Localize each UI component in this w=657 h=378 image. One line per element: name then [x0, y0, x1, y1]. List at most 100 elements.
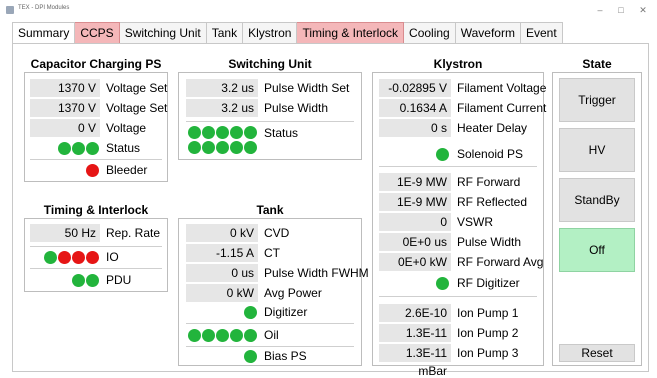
ccps-status-led	[58, 142, 71, 155]
divider	[186, 323, 354, 324]
klystron-ion-pump-1-value: 2.6E-10 mBar	[379, 304, 451, 338]
ccps-status-led	[86, 142, 99, 155]
tab-ccps[interactable]: CCPS	[75, 22, 120, 44]
close-button[interactable]: ✕	[633, 3, 653, 17]
divider	[30, 246, 162, 247]
klystron-ion-pump-3-label: Ion Pump 3	[457, 346, 519, 360]
tank-oil-led	[202, 329, 215, 342]
timing-pdu-label: PDU	[106, 273, 132, 287]
klystron-ion-pump-3-value: 1.3E-11 mBar	[379, 344, 451, 378]
timing-io-label: IO	[106, 250, 119, 264]
switching-status-led	[230, 126, 243, 139]
klystron-rf-forward-avg-label: RF Forward Avg	[457, 255, 544, 269]
tank-avg-power-label: Avg Power	[264, 286, 322, 300]
switching-status-label: Status	[264, 126, 299, 140]
timing-pdu-led	[86, 274, 99, 287]
tank-oil-led	[244, 329, 257, 342]
app-icon	[6, 6, 14, 14]
timing-io-led	[72, 251, 85, 264]
ccps-voltage-set2-value: 1370 V	[30, 99, 100, 117]
maximize-button[interactable]: □	[611, 3, 631, 17]
state-title: State	[582, 57, 612, 71]
switching-pws-value: 3.2 us	[186, 79, 258, 97]
switching-status-led	[230, 141, 243, 154]
tab-event[interactable]: Event	[520, 22, 563, 44]
tank-ct-value: -1.15 A	[186, 244, 258, 262]
klystron-ion-pump-2-value: 1.3E-11 mBar	[379, 324, 451, 358]
tank-oil-led	[188, 329, 201, 342]
switching-title: Switching Unit	[228, 57, 312, 71]
tab-summary[interactable]: Summary	[12, 22, 76, 45]
hv-button[interactable]: HV	[559, 128, 635, 172]
tab-bar: Summary CCPS Switching Unit Tank Klystro…	[12, 22, 563, 45]
divider	[379, 166, 537, 167]
klystron-rf-reflected-label: RF Reflected	[457, 195, 528, 209]
tank-title: Tank	[256, 203, 284, 217]
switching-status-led	[244, 141, 257, 154]
ccps-voltage-value: 0 V	[30, 119, 100, 137]
tab-timing-interlock[interactable]: Timing & Interlock	[297, 22, 405, 44]
tank-oil-led	[216, 329, 229, 342]
divider	[30, 268, 162, 269]
switching-pws-label: Pulse Width Set	[264, 81, 350, 95]
tank-bias-ps-label: Bias PS	[264, 349, 307, 363]
reset-button[interactable]: Reset	[559, 344, 635, 362]
tank-oil-label: Oil	[264, 328, 279, 342]
tank-avg-power-value: 0 kW	[186, 284, 258, 302]
ccps-voltage-set-label: Voltage Set	[106, 81, 168, 95]
divider	[186, 121, 354, 122]
off-button[interactable]: Off	[559, 228, 635, 272]
timing-io-led	[86, 251, 99, 264]
klystron-heater-delay-label: Heater Delay	[457, 121, 528, 135]
standby-button[interactable]: StandBy	[559, 178, 635, 222]
klystron-filament-voltage-value: -0.02895 V	[379, 79, 451, 97]
divider	[30, 159, 162, 160]
tab-klystron[interactable]: Klystron	[243, 22, 298, 44]
klystron-solenoid-led	[436, 148, 449, 161]
tab-waveform[interactable]: Waveform	[455, 22, 521, 44]
klystron-rf-digitizer-label: RF Digitizer	[457, 276, 520, 290]
klystron-filament-current-label: Filament Current	[457, 101, 547, 115]
klystron-filament-voltage-label: Filament Voltage	[457, 81, 547, 95]
timing-rep-rate-label: Rep. Rate	[106, 226, 161, 240]
klystron-vswr-value: 0	[379, 213, 451, 231]
ccps-voltage-set2-label: Voltage Set	[106, 101, 168, 115]
tank-digitizer-led	[244, 306, 257, 319]
ccps-status-label: Status	[106, 141, 141, 155]
klystron-rf-reflected-value: 1E-9 MW	[379, 193, 451, 211]
tank-pw-fwhm-label: Pulse Width FWHM	[264, 266, 369, 280]
klystron-ion-pump-2-label: Ion Pump 2	[457, 326, 519, 340]
tab-cooling[interactable]: Cooling	[404, 22, 456, 44]
ccps-bleeder-label: Bleeder	[106, 163, 148, 177]
timing-rep-rate-value: 50 Hz	[30, 224, 100, 242]
minimize-button[interactable]: –	[590, 3, 610, 17]
switching-status-led	[188, 126, 201, 139]
tank-oil-led	[230, 329, 243, 342]
ccps-status-led	[72, 142, 85, 155]
switching-status-led	[244, 126, 257, 139]
switching-status-led	[202, 126, 215, 139]
tank-cvd-label: CVD	[264, 226, 290, 240]
switching-status-led	[216, 141, 229, 154]
switching-status-led	[202, 141, 215, 154]
tank-pw-fwhm-value: 0 us	[186, 264, 258, 282]
tank-cvd-value: 0 kV	[186, 224, 258, 242]
switching-pw-label: Pulse Width	[264, 101, 329, 115]
title-bar: TEX - DPI Modules – □ ✕	[0, 0, 657, 20]
switching-status-led	[188, 141, 201, 154]
klystron-rf-forward-value: 1E-9 MW	[379, 173, 451, 191]
tab-switching-unit[interactable]: Switching Unit	[119, 22, 207, 44]
trigger-button[interactable]: Trigger	[559, 78, 635, 122]
klystron-vswr-label: VSWR	[457, 215, 493, 229]
tank-digitizer-label: Digitizer	[264, 305, 308, 319]
tank-ct-label: CT	[264, 246, 280, 260]
klystron-pulse-width-label: Pulse Width	[457, 235, 522, 249]
timing-io-led	[44, 251, 57, 264]
tab-tank[interactable]: Tank	[206, 22, 244, 44]
klystron-rf-digitizer-led	[436, 277, 449, 290]
klystron-heater-delay-value: 0 s	[379, 119, 451, 137]
klystron-ion-pump-1-label: Ion Pump 1	[457, 306, 519, 320]
timing-title: Timing & Interlock	[43, 203, 149, 217]
ccps-voltage-label: Voltage	[106, 121, 147, 135]
klystron-filament-current-value: 0.1634 A	[379, 99, 451, 117]
